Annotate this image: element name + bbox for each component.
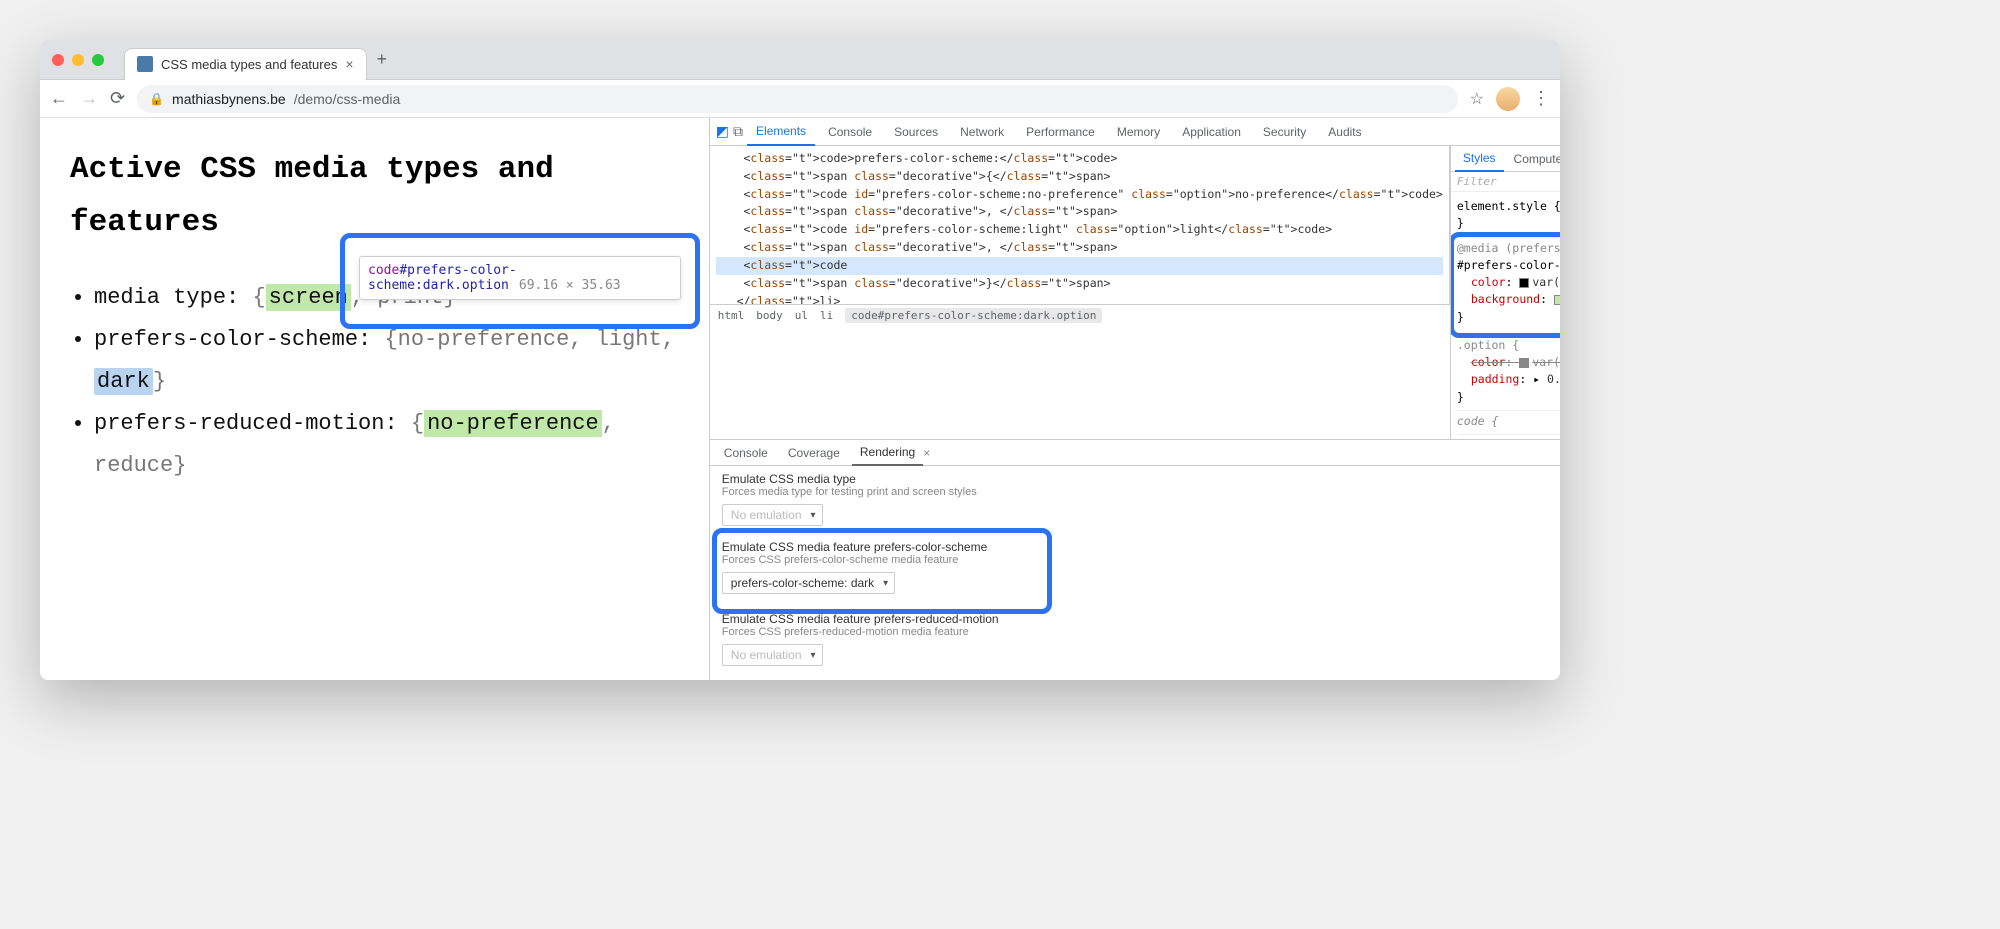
dom-tree[interactable]: <class="t">code>prefers-color-scheme:</c…: [710, 146, 1450, 304]
traffic-lights: [52, 54, 104, 66]
crumb[interactable]: li: [820, 309, 833, 322]
list-item: prefers-reduced-motion: {no-preference, …: [94, 403, 679, 487]
styles-panel: Styles Computed Event Listeners DOM Brea…: [1451, 146, 1560, 439]
breadcrumb: html body ul li code#prefers-color-schem…: [710, 304, 1450, 326]
tab-audits[interactable]: Audits: [1319, 118, 1370, 146]
menu-icon[interactable]: ⋮: [1532, 88, 1550, 109]
tab-application[interactable]: Application: [1173, 118, 1250, 146]
favicon-icon: [137, 56, 153, 72]
list-item: prefers-color-scheme: {no-preference, li…: [94, 319, 679, 403]
tab-network[interactable]: Network: [951, 118, 1013, 146]
crumb[interactable]: html: [718, 309, 745, 322]
tab-performance[interactable]: Performance: [1017, 118, 1104, 146]
emulate-color-scheme-title: Emulate CSS media feature prefers-color-…: [722, 540, 1560, 554]
reload-button[interactable]: ⟳: [110, 88, 125, 109]
crumb[interactable]: ul: [795, 309, 808, 322]
tab-close-icon[interactable]: ×: [345, 56, 353, 72]
drawer-body: Emulate CSS media type Forces media type…: [710, 466, 1560, 680]
emulate-reduced-motion-sub: Forces CSS prefers-reduced-motion media …: [722, 626, 1560, 638]
window-titlebar: CSS media types and features × +: [40, 40, 1560, 80]
element-style-rule[interactable]: element.style {}: [1457, 196, 1560, 238]
color-scheme-select[interactable]: prefers-color-scheme: dark: [722, 572, 895, 594]
devtools-drawer: Console Coverage Rendering × × Emulate C…: [710, 439, 1560, 680]
maximize-window-button[interactable]: [92, 54, 104, 66]
media-type-select[interactable]: No emulation: [722, 504, 823, 526]
tab-memory[interactable]: Memory: [1108, 118, 1169, 146]
content-row: Active CSS media types and features medi…: [40, 118, 1560, 680]
browser-tab[interactable]: CSS media types and features ×: [124, 48, 367, 80]
new-tab-button[interactable]: +: [377, 49, 388, 70]
emulate-color-scheme-sub: Forces CSS prefers-color-scheme media fe…: [722, 554, 1560, 566]
tab-styles[interactable]: Styles: [1455, 146, 1504, 172]
styles-body: element.style {} css-media:18 @media (pr…: [1451, 192, 1560, 439]
tab-title: CSS media types and features: [161, 57, 337, 72]
inspect-element-icon[interactable]: ◩: [716, 123, 729, 140]
tab-security[interactable]: Security: [1254, 118, 1315, 146]
emulate-media-type-sub: Forces media type for testing print and …: [722, 486, 1560, 498]
tab-console[interactable]: Console: [819, 118, 881, 146]
styles-tabs: Styles Computed Event Listeners DOM Brea…: [1451, 146, 1560, 172]
browser-window: CSS media types and features × + ← → ⟳ 🔒…: [40, 40, 1560, 680]
crumb-current[interactable]: code#prefers-color-scheme:dark.option: [845, 308, 1102, 323]
tab-elements[interactable]: Elements: [747, 118, 815, 146]
drawer-tab-rendering[interactable]: Rendering: [852, 440, 923, 466]
back-button[interactable]: ←: [50, 88, 68, 109]
drawer-tabs: Console Coverage Rendering × ×: [710, 440, 1560, 466]
css-rule[interactable]: user agent stylesheet code {: [1457, 411, 1560, 435]
device-toggle-icon[interactable]: ⧉: [733, 123, 743, 140]
profile-avatar[interactable]: [1496, 87, 1520, 111]
minimize-window-button[interactable]: [72, 54, 84, 66]
lock-icon: 🔒: [149, 92, 164, 106]
url-path: /demo/css-media: [294, 91, 401, 107]
tab-computed[interactable]: Computed: [1506, 146, 1560, 172]
emulate-reduced-motion-title: Emulate CSS media feature prefers-reduce…: [722, 612, 1560, 626]
tab-sources[interactable]: Sources: [885, 118, 947, 146]
bookmark-icon[interactable]: ☆: [1470, 89, 1484, 109]
devtools-body: <class="t">code>prefers-color-scheme:</c…: [710, 146, 1560, 439]
devtools-tabs: ◩ ⧉ Elements Console Sources Network Per…: [710, 118, 1560, 146]
drawer-tab-close-icon[interactable]: ×: [923, 446, 930, 460]
reduced-motion-select[interactable]: No emulation: [722, 644, 823, 666]
close-window-button[interactable]: [52, 54, 64, 66]
devtools-panel: ◩ ⧉ Elements Console Sources Network Per…: [709, 118, 1560, 680]
drawer-tab-console[interactable]: Console: [716, 440, 776, 466]
inspect-highlight-box: code#prefers-color-scheme:dark.option69.…: [340, 233, 700, 329]
drawer-tab-coverage[interactable]: Coverage: [780, 440, 848, 466]
rendered-page: Active CSS media types and features medi…: [40, 118, 709, 680]
browser-toolbar: ← → ⟳ 🔒 mathiasbynens.be/demo/css-media …: [40, 80, 1560, 118]
emulate-media-type-title: Emulate CSS media type: [722, 472, 1560, 486]
styles-filter-input[interactable]: Filter: [1457, 175, 1560, 188]
url-domain: mathiasbynens.be: [172, 91, 286, 107]
inspect-tooltip: code#prefers-color-scheme:dark.option69.…: [359, 256, 681, 300]
forward-button[interactable]: →: [80, 88, 98, 109]
css-rule[interactable]: css-media:13 .option { color: var(--gray…: [1457, 335, 1560, 411]
styles-filter-row: Filter :hov .cls +: [1451, 172, 1560, 192]
css-rule[interactable]: css-media:18 @media (prefers-color-schem…: [1457, 238, 1560, 335]
crumb[interactable]: body: [756, 309, 783, 322]
address-bar[interactable]: 🔒 mathiasbynens.be/demo/css-media: [137, 85, 1458, 113]
